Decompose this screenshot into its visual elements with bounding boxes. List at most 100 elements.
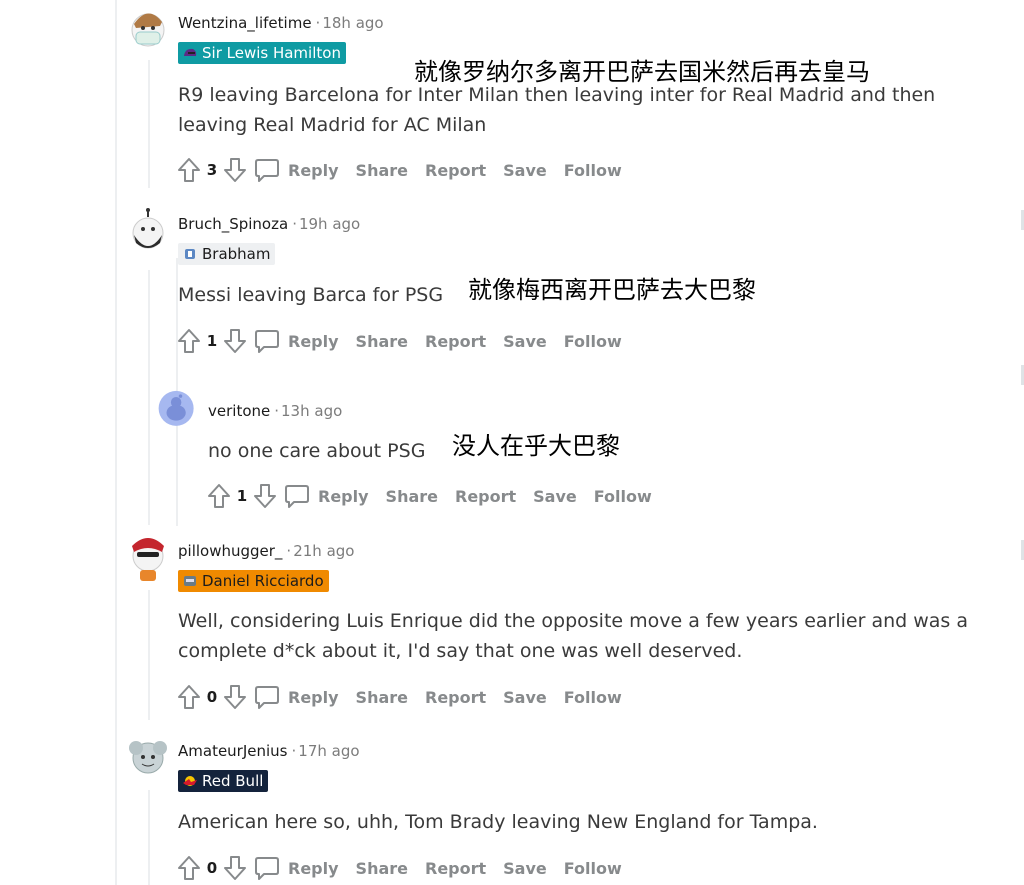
reply-bubble-icon — [255, 330, 279, 353]
username[interactable]: AmateurJenius — [178, 742, 288, 760]
save-button[interactable]: Save — [503, 161, 547, 180]
separator: · — [286, 542, 292, 560]
save-button[interactable]: Save — [503, 688, 547, 707]
share-button[interactable]: Share — [356, 332, 408, 351]
share-button[interactable]: Share — [386, 487, 438, 506]
save-button[interactable]: Save — [503, 332, 547, 351]
follow-button[interactable]: Follow — [564, 161, 622, 180]
helmet-flair-icon — [184, 48, 197, 56]
comment-header: Bruch_Spinoza · 19h ago — [178, 215, 360, 237]
reply-label: Reply — [288, 687, 339, 707]
downvote-button[interactable] — [220, 852, 250, 884]
share-button[interactable]: Share — [356, 688, 408, 707]
report-button[interactable]: Report — [425, 859, 486, 878]
username[interactable]: pillowhugger_ — [178, 542, 282, 560]
reply-button[interactable]: Reply — [254, 328, 339, 354]
report-button[interactable]: Report — [425, 332, 486, 351]
upvote-arrow-icon — [178, 158, 200, 182]
snoo-avatar-icon[interactable] — [126, 6, 170, 54]
comment-reply: veritone · 13h ago 没人在乎大巴黎 no one care abo… — [156, 390, 1006, 520]
downvote-button[interactable] — [220, 681, 250, 713]
downvote-arrow-icon — [254, 484, 276, 508]
upvote-button[interactable] — [174, 154, 204, 186]
reply-label: Reply — [288, 858, 339, 878]
snoo-avatar-icon[interactable] — [126, 207, 170, 255]
upvote-arrow-icon — [208, 484, 230, 508]
timestamp[interactable]: 19h ago — [299, 215, 360, 233]
downvote-arrow-icon — [224, 329, 246, 353]
user-flair: Sir Lewis Hamilton — [178, 42, 346, 64]
helmet-flair-icon — [184, 576, 196, 586]
bull-flair-icon — [183, 776, 197, 786]
upvote-button[interactable] — [204, 480, 234, 512]
upvote-arrow-icon — [178, 856, 200, 880]
reply-label: Reply — [318, 486, 369, 506]
upvote-button[interactable] — [174, 325, 204, 357]
follow-button[interactable]: Follow — [564, 859, 622, 878]
downvote-arrow-icon — [224, 856, 246, 880]
downvote-arrow-icon — [224, 158, 246, 182]
save-button[interactable]: Save — [533, 487, 577, 506]
reply-button[interactable]: Reply — [284, 483, 369, 509]
share-button[interactable]: Share — [356, 859, 408, 878]
flair-text: Sir Lewis Hamilton — [202, 44, 341, 62]
vote-count: 3 — [206, 161, 218, 179]
separator: · — [274, 402, 280, 420]
snoo-avatar-icon[interactable] — [126, 734, 170, 782]
comment-actions: 0 Reply Share Report Save Follow — [174, 852, 622, 884]
reply-button[interactable]: Reply — [254, 684, 339, 710]
reply-label: Reply — [288, 160, 339, 180]
follow-button[interactable]: Follow — [564, 688, 622, 707]
comment: Wentzina_lifetime · 18h ago Sir Lewis Hami… — [126, 6, 1006, 196]
comment-header: pillowhugger_ · 21h ago — [178, 542, 354, 564]
comment-body: Well, considering Luis Enrique did the o… — [178, 610, 969, 662]
report-button[interactable]: Report — [455, 487, 516, 506]
snoo-avatar-icon[interactable] — [126, 534, 170, 582]
username[interactable]: Wentzina_lifetime — [178, 14, 312, 32]
user-flair: Brabham — [178, 243, 276, 265]
upvote-button[interactable] — [174, 852, 204, 884]
comment-actions: 1 Reply Share Report Save Follow — [174, 325, 622, 357]
save-button[interactable]: Save — [503, 859, 547, 878]
thread-line[interactable] — [115, 0, 117, 885]
follow-button[interactable]: Follow — [564, 332, 622, 351]
downvote-button[interactable] — [220, 325, 250, 357]
report-button[interactable]: Report — [425, 688, 486, 707]
separator: · — [291, 742, 297, 760]
comment: pillowhugger_ · 21h ago Daniel Ricciardo W… — [126, 534, 1006, 719]
vote-count: 1 — [236, 487, 248, 505]
snoo-avatar-icon[interactable] — [156, 390, 198, 432]
comment: Bruch_Spinoza · 19h ago Brabham 就像梅西离开巴萨去大… — [126, 207, 1006, 377]
username[interactable]: veritone — [208, 402, 270, 420]
vote-count: 0 — [206, 688, 218, 706]
user-flair: Daniel Ricciardo — [178, 570, 329, 592]
comment-actions: 3 Reply Share Report Save Follow — [174, 154, 622, 186]
downvote-button[interactable] — [250, 480, 280, 512]
flair-text: Brabham — [202, 245, 271, 263]
comment: AmateurJenius · 17h ago Red Bull American … — [126, 734, 1006, 884]
username[interactable]: Bruch_Spinoza — [178, 215, 288, 233]
timestamp[interactable]: 21h ago — [293, 542, 354, 560]
user-flair: Red Bull — [178, 770, 269, 792]
timestamp[interactable]: 17h ago — [298, 742, 359, 760]
upvote-button[interactable] — [174, 681, 204, 713]
separator: · — [292, 215, 297, 233]
report-button[interactable]: Report — [425, 161, 486, 180]
comment-body: R9 leaving Barcelona for Inter Milan the… — [178, 84, 936, 136]
comment-header: AmateurJenius · 17h ago — [178, 742, 360, 764]
reply-bubble-icon — [285, 485, 309, 508]
reply-bubble-icon — [255, 857, 279, 880]
comment-actions: 0 Reply Share Report Save Follow — [174, 681, 622, 713]
car-flair-icon — [185, 249, 195, 259]
share-button[interactable]: Share — [356, 161, 408, 180]
downvote-button[interactable] — [220, 154, 250, 186]
follow-button[interactable]: Follow — [594, 487, 652, 506]
timestamp[interactable]: 13h ago — [281, 402, 342, 420]
reply-button[interactable]: Reply — [254, 157, 339, 183]
comment-header: veritone · 13h ago — [208, 402, 342, 424]
comment-body: American here so, uhh, Tom Brady leaving… — [178, 811, 818, 833]
timestamp[interactable]: 18h ago — [322, 14, 383, 32]
comment-body: no one care about PSG — [208, 440, 426, 462]
upvote-arrow-icon — [178, 685, 200, 709]
reply-button[interactable]: Reply — [254, 855, 339, 881]
